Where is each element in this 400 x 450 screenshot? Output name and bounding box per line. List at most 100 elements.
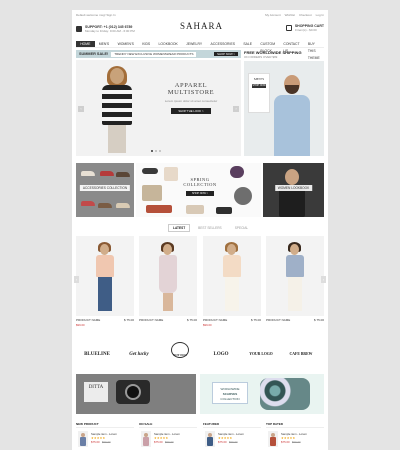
list-top-rated: TOP RATED Sample item - Lorem ★★★★★ $75.…	[266, 422, 324, 450]
tab-latest[interactable]: LATEST	[168, 224, 191, 232]
brand-logo[interactable]: BLUELINE	[82, 342, 112, 358]
product-card[interactable]: PRODUCT NAME $ 75.00 $99.00	[203, 236, 261, 330]
nav-item-lookbook[interactable]: LOOKBOOK	[154, 41, 182, 47]
support-info: SUPPORT: +1 (012) 345 6789 Monday to Fri…	[76, 25, 135, 33]
spring-shop-button[interactable]: SHOP NOW >	[186, 191, 214, 196]
product-price: $ 75.00	[186, 318, 197, 322]
brand-logo[interactable]: CAFE BREW	[286, 342, 316, 358]
brand-logo[interactable]: NOT FOG	[171, 342, 189, 358]
product-image[interactable]	[203, 236, 261, 316]
list-title: NEW PRODUCT	[76, 422, 134, 428]
list-title: TOP RATED	[266, 422, 324, 428]
nav-item-home[interactable]: HOME	[76, 41, 95, 47]
top-bar: Default welcome msg! Sign In My Account …	[76, 13, 324, 18]
product-name[interactable]: PRODUCT NAME	[203, 318, 227, 322]
products-next-arrow-icon[interactable]: ›	[321, 276, 326, 283]
store-page: Default welcome msg! Sign In My Account …	[72, 10, 328, 450]
brand-logos: BLUELINE Get lucky NOT FOG LOGO YOUR LOG…	[76, 340, 324, 360]
hero-slider[interactable]: APPAREL MULTISTORE Lorem ipsum dolor sit…	[76, 60, 241, 156]
welcome-text: Default welcome msg! Sign In	[76, 13, 116, 17]
promo-message: TRENDY NEW EXCLUSIVE WOMENSWEAR PRODUCTS	[111, 51, 197, 57]
product-name[interactable]: PRODUCT NAME	[139, 318, 163, 322]
nav-item-custom-block[interactable]: CUSTOM BLOCK	[256, 41, 279, 53]
mens-shop-button[interactable]: SHOP NOW	[252, 84, 266, 88]
cart-icon[interactable]	[285, 25, 292, 31]
product-image[interactable]	[76, 236, 134, 316]
cart-summary[interactable]: 0 item(s) - $0.00	[295, 28, 324, 32]
nav-item-womens[interactable]: WOMEN'S	[113, 41, 138, 47]
list-item[interactable]: Sample item - Lorem ★★★★★ $75.00 $99.00	[76, 430, 134, 450]
site-logo[interactable]: SAHARA	[180, 21, 222, 31]
mens-banner[interactable]: MEN'S SHOP NOW	[244, 61, 324, 156]
hero-dot[interactable]	[159, 150, 161, 152]
spring-collection-title: SPRING COLLECTION	[183, 177, 217, 187]
product-name[interactable]: PRODUCT NAME	[76, 318, 100, 322]
product-tabs: LATEST BEST SELLERS SPECIAL	[168, 224, 253, 232]
list-item[interactable]: Sample item - Lorem ★★★★★ $75.00 $99.00	[139, 430, 197, 450]
product-card[interactable]: PRODUCT NAME $ 75.00 $99.00	[76, 236, 134, 330]
product-card[interactable]: PRODUCT NAME $ 75.00	[139, 236, 197, 330]
hero-model-image	[98, 66, 136, 154]
product-old-price: $99.00	[203, 323, 212, 327]
nav-item-contact[interactable]: CONTACT US	[279, 41, 303, 53]
tab-special[interactable]: SPECIAL	[230, 224, 253, 232]
product-name[interactable]: PRODUCT NAME	[266, 318, 290, 322]
list-item[interactable]: Sample item - Lorem ★★★★★ $75.00 $99.00	[203, 430, 261, 450]
login-link[interactable]: Log In	[316, 13, 324, 17]
nav-item-mens[interactable]: MEN'S	[95, 41, 114, 47]
phone-icon	[76, 26, 82, 32]
women-lookbook-label: WOMEN LOOKBOOK	[274, 185, 313, 191]
brand-logo[interactable]: YOUR LOGO	[246, 342, 276, 358]
promo-label: SUMMER SALE!	[79, 52, 109, 56]
hero-dot[interactable]	[151, 150, 153, 152]
promo-shop-button[interactable]: SHOP NOW >	[214, 52, 238, 56]
nav-item-kids[interactable]: KIDS	[138, 41, 154, 47]
product-price: $ 75.00	[313, 318, 324, 322]
nav-item-jewelry[interactable]: JEWELRY	[182, 41, 206, 47]
product-card[interactable]: PRODUCT NAME $ 75.00	[266, 236, 324, 330]
hero-dot[interactable]	[155, 150, 157, 152]
list-item[interactable]: Sample item - Lorem ★★★★★ $75.00 $99.00	[266, 430, 324, 450]
main-nav: HOME MEN'S WOMEN'S KIDS LOOKBOOK JEWELRY…	[76, 41, 324, 60]
hero-prev-arrow-icon[interactable]: ‹	[78, 106, 84, 112]
hero-shop-button[interactable]: SHOP THE LOOK >	[171, 108, 211, 114]
list-on-sale: ON SALE Sample item - Lorem ★★★★★ $75.00…	[139, 422, 197, 450]
product-price: $ 75.00	[250, 318, 261, 322]
scarves-badge: WORLDWIDE SCARVES COLLECTION	[212, 382, 248, 404]
ditta-banner[interactable]: DITTA	[76, 374, 196, 414]
hero-pagination	[151, 150, 161, 152]
scarves-banner[interactable]: WORLDWIDE SCARVES COLLECTION	[200, 374, 324, 414]
ditta-title: DITTA	[84, 382, 108, 402]
shipping-subtitle: ON ORDERS OVER $99	[244, 55, 278, 59]
hero-subtitle: Lorem ipsum dolor sit amet consectetur	[164, 99, 218, 103]
mens-card: MEN'S SHOP NOW	[248, 73, 270, 113]
hero-next-arrow-icon[interactable]: ›	[233, 106, 239, 112]
list-title: ON SALE	[139, 422, 197, 428]
mens-card-title: MEN'S	[253, 77, 265, 81]
product-price: $ 75.00	[123, 318, 134, 322]
women-lookbook-banner[interactable]: WOMEN LOOKBOOK	[263, 163, 324, 217]
nav-item-buy-theme[interactable]: BUY THIS THEME	[304, 41, 324, 60]
product-carousel: PRODUCT NAME $ 75.00 $99.00 PRODUCT NAME…	[74, 236, 326, 330]
product-lists: NEW PRODUCT Sample item - Lorem ★★★★★ $7…	[76, 422, 324, 450]
products-prev-arrow-icon[interactable]: ‹	[74, 276, 79, 283]
spring-collection-banner[interactable]: SPRING COLLECTION SHOP NOW >	[136, 163, 261, 217]
list-new-product: NEW PRODUCT Sample item - Lorem ★★★★★ $7…	[76, 422, 134, 450]
nav-item-accessories[interactable]: ACCESSORIES	[206, 41, 239, 47]
accessories-label: ACCESSORIES COLLECTION	[79, 185, 131, 191]
list-featured: FEATURED Sample item - Lorem ★★★★★ $75.0…	[203, 422, 261, 450]
brand-logo[interactable]: Get lucky	[124, 342, 154, 358]
tab-best-sellers[interactable]: BEST SELLERS	[193, 224, 227, 232]
nav-item-sale[interactable]: SALE	[239, 41, 256, 47]
list-title: FEATURED	[203, 422, 261, 428]
scarf-image	[260, 378, 310, 410]
wishlist-link[interactable]: Wishlist	[285, 13, 295, 17]
checkout-link[interactable]: Checkout	[299, 13, 312, 17]
shopping-cart[interactable]: SHOPPING CART 0 item(s) - $0.00	[285, 24, 324, 32]
support-hours: Monday to Friday: 9:00 AM - 6:00 PM	[85, 29, 135, 33]
accessories-banner[interactable]: ACCESSORIES COLLECTION	[76, 163, 134, 217]
brand-logo[interactable]: LOGO	[206, 342, 236, 358]
product-image[interactable]	[139, 236, 197, 316]
my-account-link[interactable]: My Account	[265, 13, 281, 17]
product-image[interactable]	[266, 236, 324, 316]
